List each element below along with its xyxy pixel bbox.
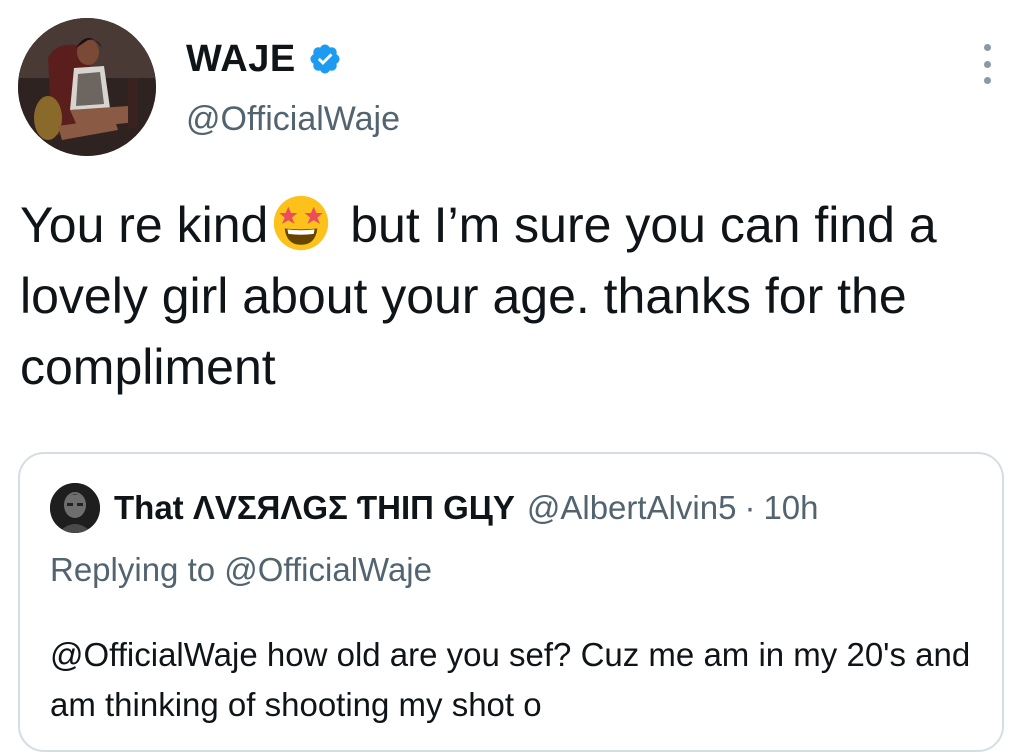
- quoted-author-handle[interactable]: @AlbertAlvin5: [527, 489, 737, 527]
- author-display-name[interactable]: WAJE: [186, 40, 296, 78]
- quoted-separator: ·: [744, 489, 756, 526]
- tweet-text-part1: You re kind: [20, 197, 269, 253]
- author-avatar[interactable]: [18, 18, 156, 156]
- quoted-author-display-name[interactable]: That ΛVΣЯΛGΣ ƬHIП GЦY: [114, 489, 515, 527]
- more-dot-icon: [983, 60, 991, 68]
- quoted-tweet-text: @OfficialWaje how old are you sef? Cuz m…: [50, 636, 971, 723]
- quoted-timestamp[interactable]: 10h: [763, 489, 818, 527]
- author-handle[interactable]: @OfficialWaje: [186, 102, 400, 136]
- quoted-author-avatar[interactable]: [50, 483, 100, 533]
- profile-photo: [18, 18, 156, 156]
- more-dot-icon: [983, 77, 991, 84]
- replying-to-line: Replying to @OfficialWaje: [50, 551, 432, 589]
- author-name-row: WAJE: [186, 36, 342, 82]
- verified-badge-icon: [308, 42, 342, 76]
- more-dot-icon: [983, 44, 991, 51]
- replying-to-mention-link[interactable]: @OfficialWaje: [224, 551, 432, 588]
- star-struck-emoji-icon: [272, 194, 330, 252]
- quoted-tweet-header: That ΛVΣЯΛGΣ ƬHIП GЦY @AlbertAlvin5 · 10…: [50, 482, 819, 534]
- tweet-text: You re kind but I’m sure you can find a …: [20, 190, 980, 403]
- quoted-tweet-card[interactable]: That ΛVΣЯΛGΣ ƬHIП GЦY @AlbertAlvin5 · 10…: [18, 452, 1004, 752]
- quoted-profile-photo: [50, 483, 100, 533]
- replying-to-prefix: Replying to: [50, 551, 225, 588]
- more-options-button[interactable]: [976, 44, 998, 84]
